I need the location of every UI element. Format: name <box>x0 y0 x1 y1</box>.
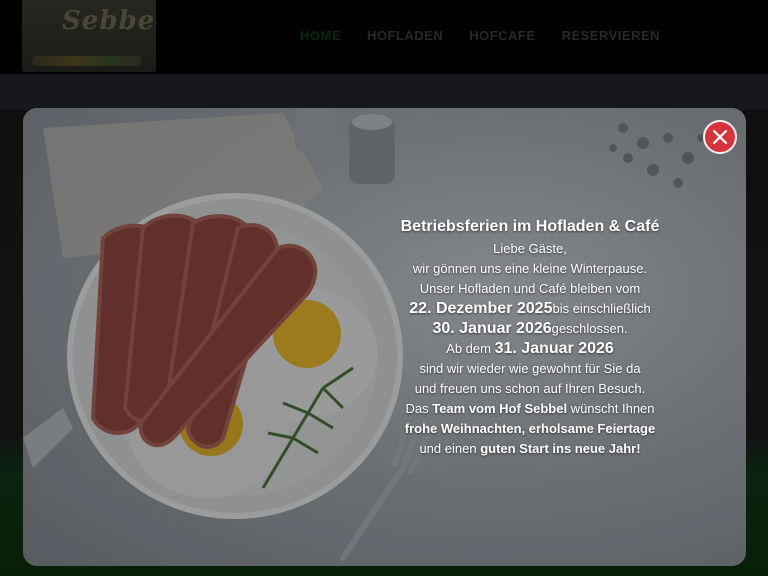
announcement-modal: Betriebsferien im Hofladen & Café Liebe … <box>23 108 746 566</box>
close-icon <box>712 129 728 145</box>
line5-suffix: wünscht Ihnen <box>570 401 655 416</box>
notice-line2: Unser Hofladen und Café bleiben vom <box>419 281 641 296</box>
notice-line5: Das Team vom Hof Sebbel wünscht Ihnen <box>359 399 701 419</box>
wishes-text: frohe Weihnachten, erholsame Feiertage <box>404 421 656 436</box>
line5-prefix: Das <box>405 401 429 416</box>
notice-title: Betriebsferien im Hofladen & Café <box>400 218 660 235</box>
notice-line4: und freuen uns schon auf Ihren Besuch. <box>414 381 646 396</box>
notice-line1: wir gönnen uns eine kleine Winterpause. <box>412 261 648 276</box>
date-end: 30. Januar 2026 <box>432 320 552 337</box>
date-start-suffix: bis einschließlich <box>552 301 651 316</box>
team-name: Team vom Hof Sebbel <box>432 401 568 416</box>
line6-prefix: und einen <box>419 441 477 456</box>
notice-reopen-line: Ab dem 31. Januar 2026 <box>359 339 701 359</box>
start-text: guten Start ins neue Jahr! <box>480 441 641 456</box>
notice-date-start-line: 22. Dezember 2025bis einschließlich <box>359 299 701 319</box>
notice-text: Betriebsferien im Hofladen & Café Liebe … <box>359 215 701 459</box>
notice-line3: sind wir wieder wie gewohnt für Sie da <box>419 361 641 376</box>
date-end-suffix: geschlossen. <box>551 321 628 336</box>
notice-line6: und einen guten Start ins neue Jahr! <box>359 439 701 459</box>
notice-date-end-line: 30. Januar 2026geschlossen. <box>359 319 701 339</box>
date-start: 22. Dezember 2025 <box>409 300 553 317</box>
close-button[interactable] <box>703 120 737 154</box>
notice-greeting: Liebe Gäste, <box>493 241 567 256</box>
reopen-date: 31. Januar 2026 <box>494 340 614 357</box>
reopen-prefix: Ab dem <box>446 341 491 356</box>
notice-wishes: frohe Weihnachten, erholsame Feiertage <box>359 419 701 439</box>
